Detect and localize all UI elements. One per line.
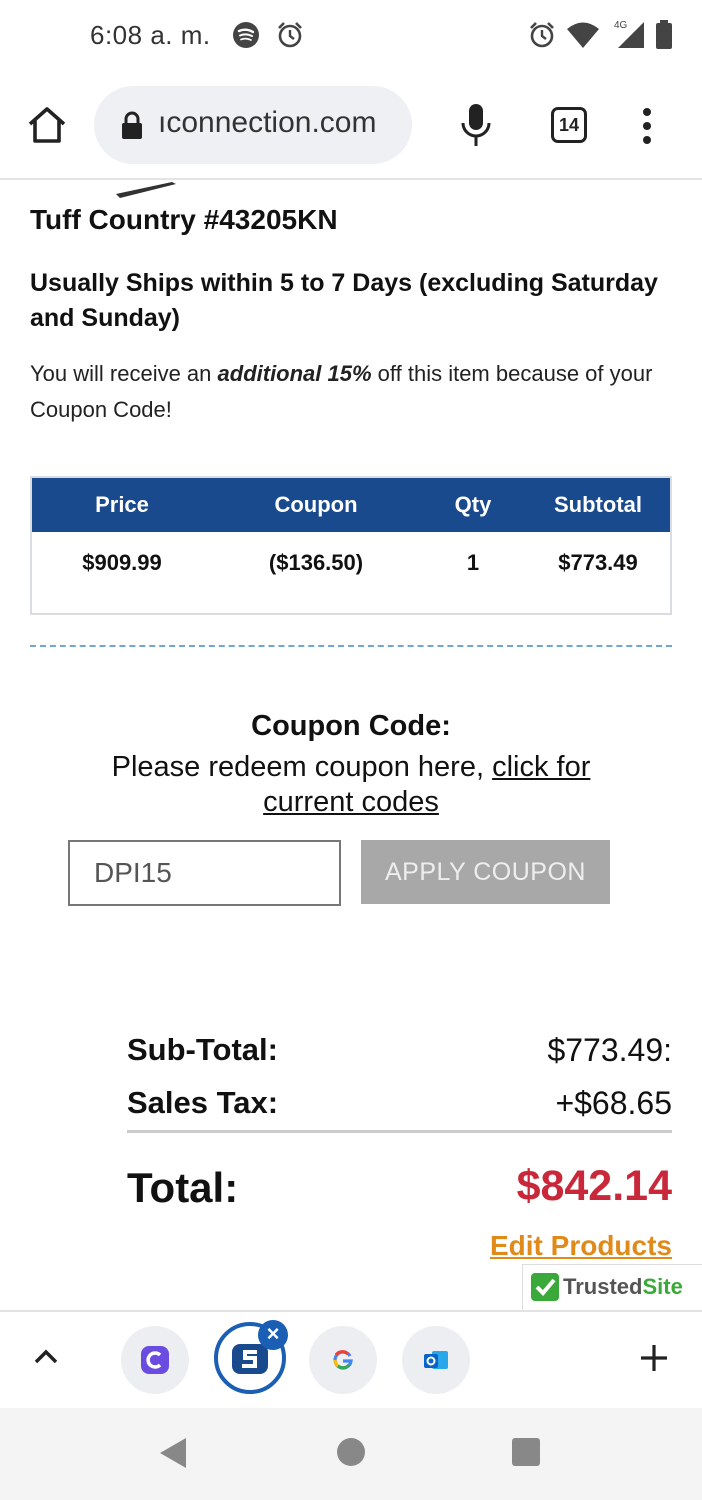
status-bar: 6:08 a. m. 4G xyxy=(0,0,702,72)
header-qty: Qty xyxy=(454,492,492,517)
header-coupon: Coupon xyxy=(274,492,358,517)
trusted-site-badge[interactable]: TrustedSite xyxy=(522,1264,702,1310)
coupon-prompt: Please redeem coupon here, click for cur… xyxy=(80,750,622,820)
home-nav-icon[interactable] xyxy=(337,1438,365,1466)
url-text[interactable]: ıconnection.com xyxy=(158,106,376,140)
tab-favicon-outlook[interactable] xyxy=(402,1326,470,1394)
cell-subtotal: $773.49 xyxy=(558,550,638,575)
microphone-icon[interactable] xyxy=(458,102,494,148)
alarm-icon xyxy=(278,22,302,48)
cell-price: $909.99 xyxy=(82,550,162,575)
more-options-icon[interactable] xyxy=(634,106,660,146)
wifi-icon xyxy=(567,22,599,48)
tab-group-strip: × xyxy=(0,1310,702,1408)
trusted-site-part2: Site xyxy=(642,1274,683,1299)
coupon-code-title: Coupon Code: xyxy=(251,710,451,742)
sales-tax-value: +$68.65 xyxy=(555,1085,672,1121)
battery-icon xyxy=(656,20,672,49)
section-divider xyxy=(30,645,672,647)
total-label: Total: xyxy=(127,1164,239,1211)
header-subtotal: Subtotal xyxy=(554,492,642,517)
coupon-code-input[interactable] xyxy=(68,840,341,906)
coupon-note-emphasis: additional 15% xyxy=(217,361,372,386)
lock-icon xyxy=(122,111,142,139)
subtotal-value: $773.49: xyxy=(547,1032,672,1068)
c-logo-icon xyxy=(141,1346,169,1374)
coupon-prompt-text: Please redeem coupon here, xyxy=(111,751,493,783)
status-time: 6:08 a. m. xyxy=(90,20,211,50)
coupon-note-prefix: You will receive an xyxy=(30,361,218,386)
totals-divider xyxy=(127,1130,672,1133)
page-content: Tuff Country #43205KN Usually Ships with… xyxy=(0,180,702,1310)
network-type-label: 4G xyxy=(614,20,628,31)
alarm-icon xyxy=(530,22,554,48)
tab-favicon-google[interactable] xyxy=(309,1326,377,1394)
total-value: $842.14 xyxy=(516,1162,672,1210)
spotify-icon xyxy=(233,22,259,48)
chevron-up-icon[interactable] xyxy=(32,1346,60,1366)
cell-coupon: ($136.50) xyxy=(268,550,364,575)
home-icon[interactable] xyxy=(26,104,68,146)
system-nav-bar xyxy=(0,1408,702,1500)
close-tab-icon[interactable]: × xyxy=(258,1320,288,1350)
tab-favicon-c[interactable] xyxy=(121,1326,189,1394)
plus-icon[interactable] xyxy=(638,1342,670,1374)
shipping-note: Usually Ships within 5 to 7 Days (exclud… xyxy=(30,269,658,332)
browser-toolbar: ıconnection.com 14 xyxy=(0,72,702,180)
apply-coupon-button[interactable]: APPLY COUPON xyxy=(361,840,610,904)
address-bar[interactable]: ıconnection.com xyxy=(94,86,412,164)
price-table: Price Coupon Qty Subtotal $909.99 ($136.… xyxy=(30,476,672,615)
product-title: Tuff Country #43205KN xyxy=(30,204,338,235)
header-price: Price xyxy=(95,492,149,517)
google-icon xyxy=(333,1350,353,1370)
outlook-icon xyxy=(424,1351,448,1369)
edit-products-link[interactable]: Edit Products xyxy=(490,1230,672,1262)
product-image-fragment xyxy=(116,182,176,198)
tab-switcher-button[interactable]: 14 xyxy=(551,107,587,143)
check-icon xyxy=(531,1273,559,1301)
sales-tax-label: Sales Tax: xyxy=(127,1085,279,1120)
trusted-site-part1: Trusted xyxy=(563,1274,643,1299)
back-icon[interactable] xyxy=(158,1436,188,1470)
recent-apps-icon[interactable] xyxy=(512,1438,540,1466)
subtotal-label: Sub-Total: xyxy=(127,1032,278,1067)
price-table-header: Price Coupon Qty Subtotal xyxy=(32,478,670,532)
cell-qty: 1 xyxy=(466,550,480,575)
coupon-discount-note: You will receive an additional 15% off t… xyxy=(30,356,670,428)
s-logo-icon xyxy=(232,1344,268,1374)
trusted-site-text: TrustedSite xyxy=(563,1274,683,1300)
